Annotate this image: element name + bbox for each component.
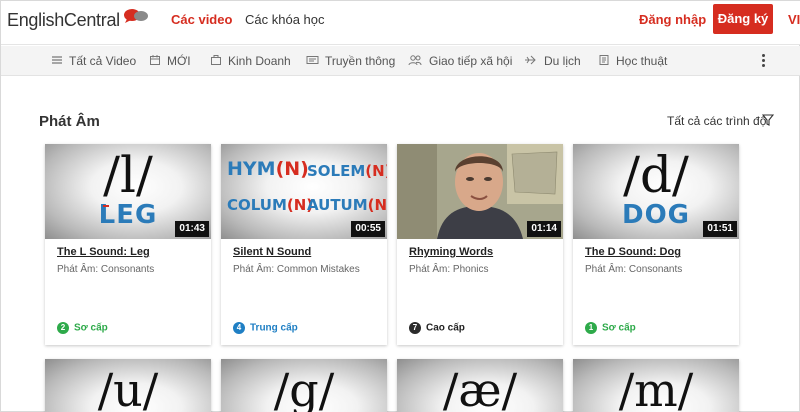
englishcentral-logo[interactable]: EnglishCentral (7, 9, 148, 31)
video-card[interactable]: /u/ (45, 359, 211, 412)
top-header: EnglishCentral Các video Các khóa học Đă… (1, 1, 800, 45)
category-label: Giao tiếp xã hội (429, 54, 513, 68)
level-number: 1 (585, 322, 597, 334)
thumb-text-line: AUTUM(N) (307, 196, 387, 214)
calendar-icon (150, 55, 160, 65)
video-category: Phát Âm: Common Mistakes (233, 264, 360, 275)
briefcase-icon (211, 55, 221, 65)
video-card[interactable]: /m/ (573, 359, 739, 412)
thumb-symbol: /l/ (103, 146, 153, 204)
level-badge: 7 Cao cấp (409, 322, 465, 334)
video-category: Phát Âm: Phonics (409, 264, 489, 275)
duration-badge: 00:55 (351, 221, 385, 237)
underline-mark (103, 205, 109, 207)
duration-badge: 01:51 (703, 221, 737, 237)
video-card[interactable]: /d/ DOG 01:51 The D Sound: Dog Phát Âm: … (573, 144, 739, 345)
filter-icon[interactable] (762, 114, 774, 126)
video-thumbnail[interactable]: 01:14 (397, 144, 563, 239)
people-icon (408, 55, 422, 66)
thumb-text-line: HYM(N) (227, 158, 309, 180)
thumb-symbol: /m/ (618, 363, 694, 412)
thumb-text-line: SOLEM(N) (307, 162, 387, 180)
thumb-text-line: COLUM(N) (227, 196, 314, 214)
speech-bubble-icon (124, 9, 148, 23)
level-label: Trung cấp (250, 322, 298, 334)
signup-button[interactable]: Đăng ký (713, 4, 773, 34)
video-card[interactable]: 01:14 Rhyming Words Phát Âm: Phonics 7 Ca… (397, 144, 563, 345)
thumb-symbol: /u/ (97, 363, 159, 412)
more-options-icon[interactable] (757, 52, 769, 70)
category-label: Học thuật (616, 54, 668, 68)
video-title-link[interactable]: The L Sound: Leg (57, 246, 150, 258)
thumb-symbol: /g/ (273, 363, 335, 412)
category-label: Tất cả Video (69, 54, 137, 68)
video-card[interactable]: /l/ LEG 01:43 The L Sound: Leg Phát Âm: … (45, 144, 211, 345)
level-label: Sơ cấp (74, 322, 108, 334)
video-title-link[interactable]: Silent N Sound (233, 246, 311, 258)
login-link[interactable]: Đăng nhập (639, 12, 706, 27)
level-number: 2 (57, 322, 69, 334)
category-bar: Tất cả Video MỚI Kinh Doanh Truyền thông… (1, 46, 800, 76)
media-icon (306, 56, 319, 64)
video-thumbnail[interactable]: /d/ DOG 01:51 (573, 144, 739, 239)
duration-badge: 01:14 (527, 221, 561, 237)
video-card[interactable]: /æ/ (397, 359, 563, 412)
video-category: Phát Âm: Consonants (585, 264, 683, 275)
category-label: Du lịch (544, 54, 581, 68)
video-card[interactable]: /g/ (221, 359, 387, 412)
video-category: Phát Âm: Consonants (57, 264, 155, 275)
travel-icon (525, 55, 536, 65)
thumb-symbol: /æ/ (442, 363, 518, 412)
level-filter-dropdown[interactable]: Tất cả các trình độ (667, 114, 766, 128)
nav-videos-link[interactable]: Các video (171, 12, 232, 27)
nav-courses-link[interactable]: Các khóa học (245, 12, 325, 27)
category-label: MỚI (167, 54, 191, 68)
video-title-link[interactable]: Rhyming Words (409, 246, 493, 258)
category-label: Truyền thông (325, 54, 396, 68)
level-label: Sơ cấp (602, 322, 636, 334)
level-badge: 2 Sơ cấp (57, 322, 108, 334)
video-card[interactable]: HYM(N) SOLEM(N) COLUM(N) AUTUM(N) 00:55 … (221, 144, 387, 345)
video-thumbnail[interactable]: HYM(N) SOLEM(N) COLUM(N) AUTUM(N) 00:55 (221, 144, 387, 239)
video-thumbnail[interactable]: /l/ LEG 01:43 (45, 144, 211, 239)
duration-badge: 01:43 (175, 221, 209, 237)
academic-icon (599, 55, 609, 65)
level-badge: 1 Sơ cấp (585, 322, 636, 334)
level-number: 4 (233, 322, 245, 334)
level-label: Cao cấp (426, 322, 465, 334)
logo-text: EnglishCentral (7, 10, 120, 30)
video-title-link[interactable]: The D Sound: Dog (585, 246, 681, 258)
section-title: Phát Âm (39, 113, 100, 130)
thumb-symbol: /d/ (623, 146, 689, 204)
level-number: 7 (409, 322, 421, 334)
language-selector[interactable]: VI (788, 12, 800, 27)
category-label: Kinh Doanh (228, 54, 291, 68)
list-icon (52, 56, 62, 64)
level-badge: 4 Trung cấp (233, 322, 298, 334)
